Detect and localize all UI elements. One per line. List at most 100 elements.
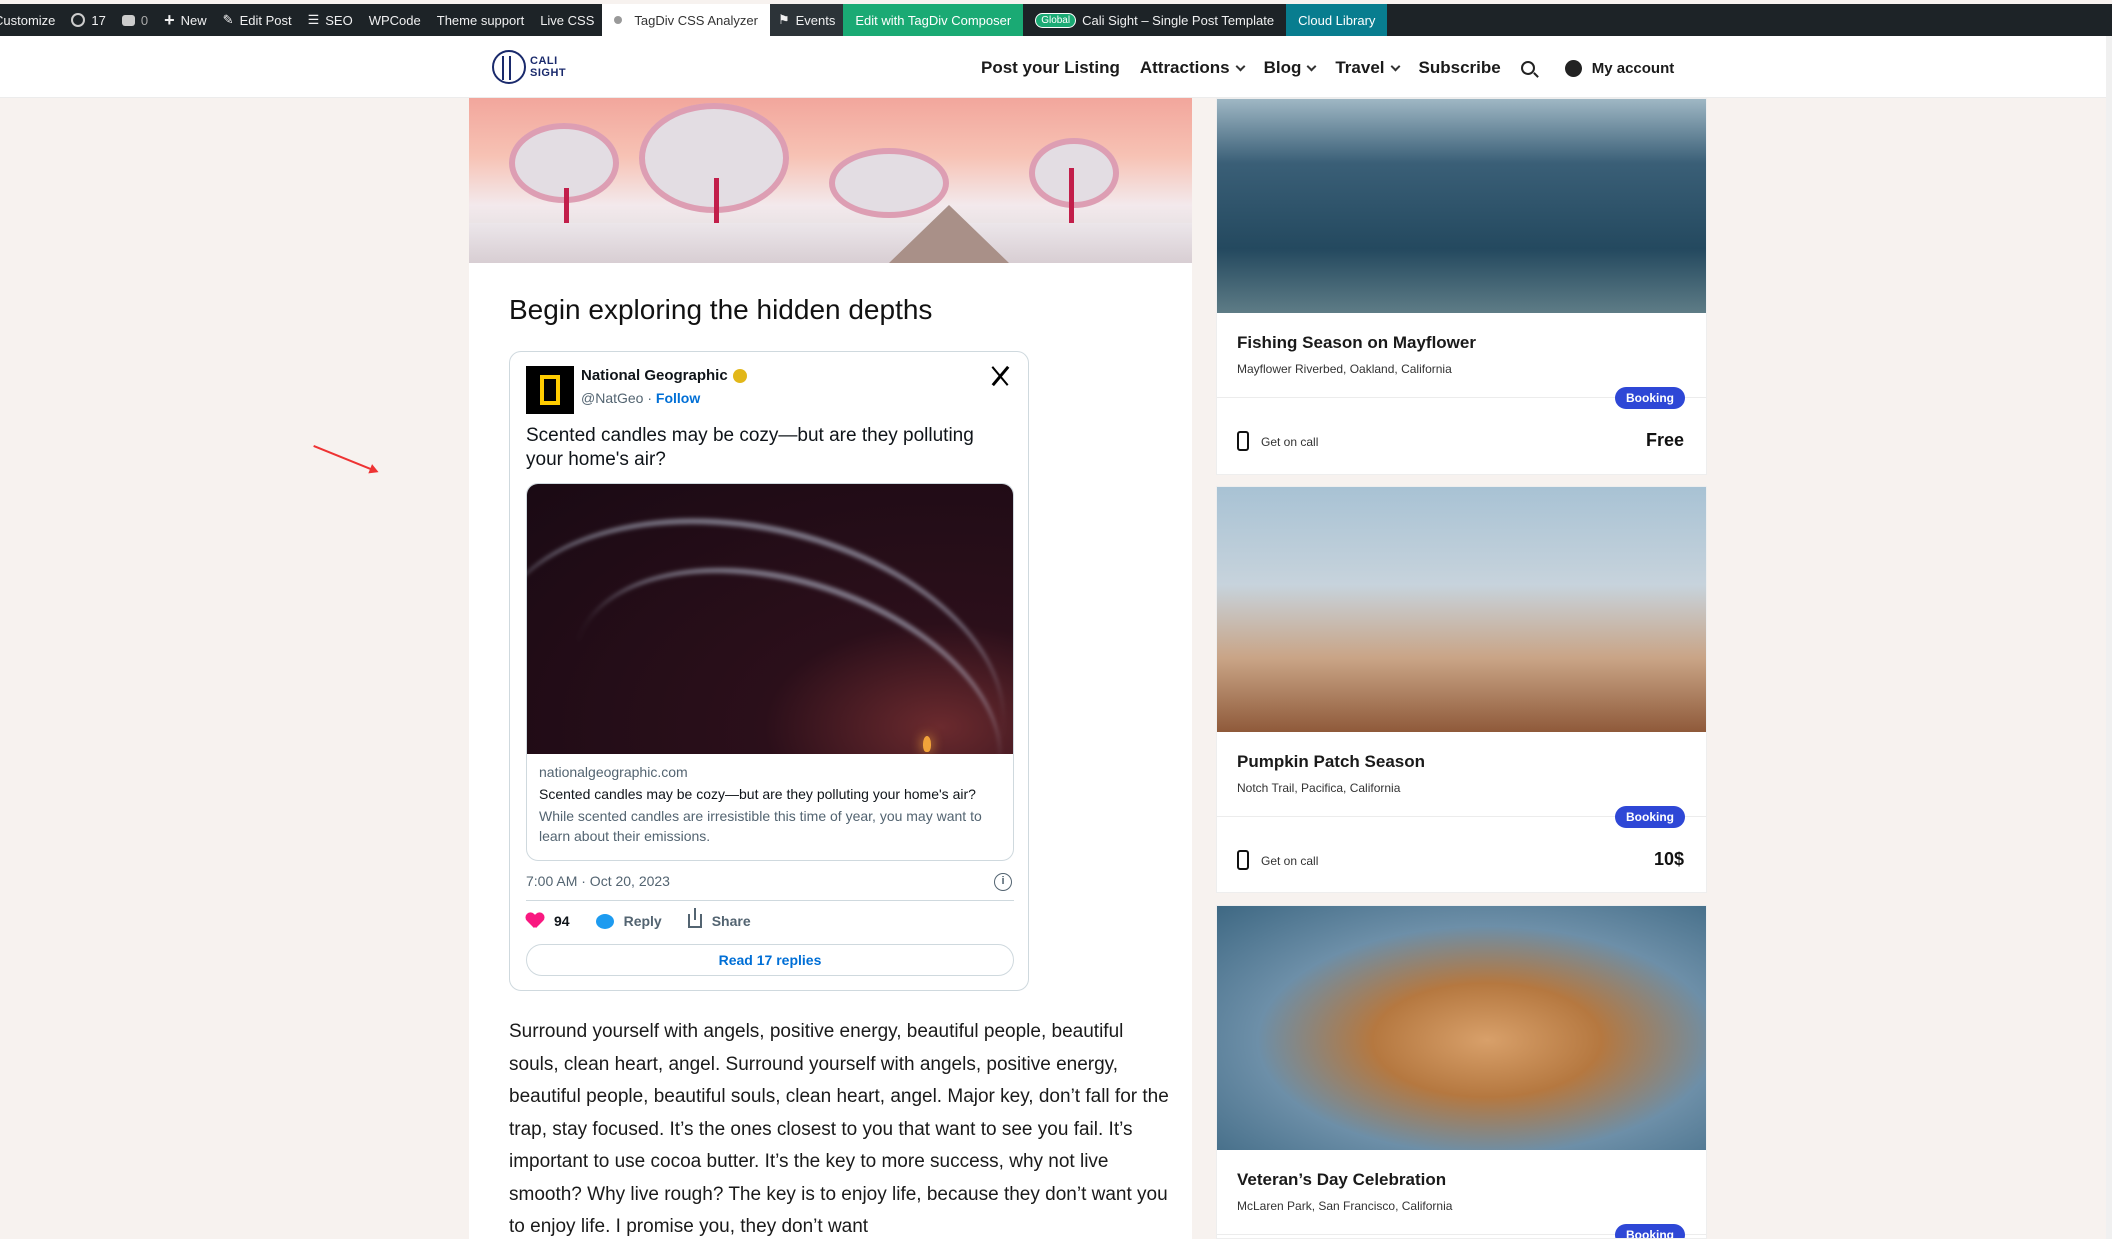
admin-live-css[interactable]: Live CSS <box>532 4 602 36</box>
reply-button[interactable]: Reply <box>595 913 662 929</box>
candle-flame <box>923 736 931 752</box>
updates-count: 17 <box>91 12 106 28</box>
booking-badge[interactable]: Booking <box>1615 806 1685 828</box>
listing-price: Free <box>1645 430 1684 450</box>
listing-location: McLaren Park, San Francisco, California <box>1237 1199 1453 1213</box>
listing-title[interactable]: Pumpkin Patch Season <box>1237 752 1425 772</box>
theme-support-label: Theme support <box>436 12 525 28</box>
verified-badge-icon <box>732 368 747 383</box>
search-icon[interactable] <box>1520 61 1535 75</box>
snow-ground <box>469 223 1192 263</box>
nav-travel[interactable]: Travel <box>1335 58 1400 78</box>
cloud-library-label: Cloud Library <box>1298 12 1376 28</box>
nav-attractions[interactable]: Attractions <box>1139 58 1246 78</box>
wpcode-label: WPCode <box>368 12 421 28</box>
red-arrow-annotation <box>313 445 378 473</box>
road-shape <box>889 205 1009 263</box>
info-icon[interactable]: i <box>994 873 1012 891</box>
new-label: New <box>180 12 207 28</box>
coastline-image <box>1217 99 1706 313</box>
nav-blog[interactable]: Blog <box>1264 58 1317 78</box>
natgeo-avatar[interactable] <box>526 366 574 414</box>
logo-text: CALI SIGHT <box>530 55 566 79</box>
tweet-text: Scented candles may be cozy—but are they… <box>526 425 974 470</box>
customize-label: Customize <box>0 12 56 28</box>
card-title: Scented candles may be cozy—but are they… <box>539 786 976 802</box>
tweet-timestamp[interactable]: 7:00 AM · Oct 20, 2023 <box>526 873 670 889</box>
admin-tagdiv-analyzer[interactable]: TagDiv CSS Analyzer <box>602 4 770 36</box>
listing-card[interactable]: Pumpkin Patch Season Notch Trail, Pacifi… <box>1216 486 1707 893</box>
rock-arch-image <box>1217 487 1706 732</box>
site-logo[interactable]: CALI SIGHT <box>492 50 566 84</box>
author-handle[interactable]: @NatGeo <box>581 390 643 406</box>
phone-icon <box>1237 431 1249 451</box>
nav-label: Post your Listing <box>981 58 1120 77</box>
embedded-tweet: National Geographic @NatGeo · Follow Sce… <box>509 351 1029 991</box>
chevron-down-icon <box>1390 61 1400 71</box>
admin-template[interactable]: Global Cali Sight – Single Post Template <box>1023 4 1286 36</box>
admin-new[interactable]: + New <box>156 4 215 36</box>
booking-badge[interactable]: Booking <box>1615 387 1685 409</box>
nav-post-listing[interactable]: Post your Listing <box>981 58 1120 78</box>
read-replies-button[interactable]: Read 17 replies <box>526 944 1014 976</box>
logo-mark-icon <box>492 50 526 84</box>
listing-card[interactable]: Veteran’s Day Celebration McLaren Park, … <box>1216 905 1707 1239</box>
candle-smoke-image <box>527 484 1013 754</box>
pencil-icon: ✎ <box>222 12 234 27</box>
admin-seo[interactable]: ☰ SEO <box>300 4 361 36</box>
post-body-text: Surround yourself with angels, positive … <box>509 1021 1169 1237</box>
card-domain: nationalgeographic.com <box>539 764 688 780</box>
admin-edit-composer[interactable]: Edit with TagDiv Composer <box>843 4 1024 36</box>
admin-theme-support[interactable]: Theme support <box>429 4 532 36</box>
comment-icon <box>121 14 135 26</box>
reply-bubble-icon <box>595 913 614 929</box>
listing-location: Mayflower Riverbed, Oakland, California <box>1237 362 1452 376</box>
chevron-down-icon <box>1235 61 1246 71</box>
share-button[interactable]: Share <box>687 908 751 929</box>
get-on-call-label[interactable]: Get on call <box>1261 435 1318 449</box>
post-content: Begin exploring the hidden depths Nation… <box>469 98 1192 1239</box>
x-logo-icon[interactable] <box>988 364 1012 388</box>
booking-badge[interactable]: Booking <box>1615 1224 1685 1238</box>
admin-customize[interactable]: Customize <box>0 4 63 36</box>
plus-icon: + <box>164 9 175 30</box>
reply-label: Reply <box>623 913 662 929</box>
tweet-author[interactable]: National Geographic <box>581 367 747 384</box>
tree-trunk <box>1069 168 1074 228</box>
follow-link[interactable]: Follow <box>656 390 700 406</box>
listing-title[interactable]: Veteran’s Day Celebration <box>1237 1170 1446 1190</box>
admin-cloud-library[interactable]: Cloud Library <box>1286 4 1388 36</box>
admin-events[interactable]: ⚑ Events <box>769 4 844 36</box>
post-title: Begin exploring the hidden depths <box>509 294 933 325</box>
logo-line-1: CALI <box>530 55 558 67</box>
nav-label: Travel <box>1335 58 1385 77</box>
listing-card[interactable]: Fishing Season on Mayflower Mayflower Ri… <box>1216 98 1707 475</box>
admin-comments[interactable]: 0 <box>114 4 156 36</box>
status-dot-icon <box>614 16 623 24</box>
get-on-call-label[interactable]: Get on call <box>1261 854 1318 868</box>
my-account-link[interactable]: My account <box>1592 60 1675 77</box>
listing-title[interactable]: Fishing Season on Mayflower <box>1237 333 1476 353</box>
nav-label: Attractions <box>1139 58 1230 77</box>
nav-label: Subscribe <box>1418 58 1501 77</box>
site-header: CALI SIGHT Post your Listing Attractions… <box>0 36 2112 98</box>
tweet-handle-row: @NatGeo · Follow <box>581 390 700 406</box>
hero-image <box>469 98 1192 263</box>
tweet-link-card[interactable]: nationalgeographic.com Scented candles m… <box>526 483 1014 861</box>
card-body: nationalgeographic.com Scented candles m… <box>539 764 1009 846</box>
seo-icon: ☰ <box>307 12 320 27</box>
admin-bar: Customize 17 0 + New ✎ Edit Post ☰ SEO WPCo… <box>0 4 2112 36</box>
page-scrollbar[interactable] <box>2106 36 2112 1239</box>
tweet-actions: 94 Reply Share <box>526 908 777 929</box>
tree-shape <box>1029 138 1119 208</box>
edit-composer-label: Edit with TagDiv Composer <box>855 12 1012 28</box>
like-button[interactable]: 94 <box>526 913 570 929</box>
tweet-divider <box>526 900 1014 901</box>
phone-icon <box>1237 850 1249 870</box>
listing-location: Notch Trail, Pacifica, California <box>1237 781 1401 795</box>
admin-updates[interactable]: 17 <box>63 4 113 36</box>
croissant-flowers-image <box>1217 906 1706 1150</box>
nav-subscribe[interactable]: Subscribe <box>1419 58 1501 78</box>
admin-edit-post[interactable]: ✎ Edit Post <box>215 4 300 36</box>
admin-wpcode[interactable]: WPCode <box>361 4 429 36</box>
